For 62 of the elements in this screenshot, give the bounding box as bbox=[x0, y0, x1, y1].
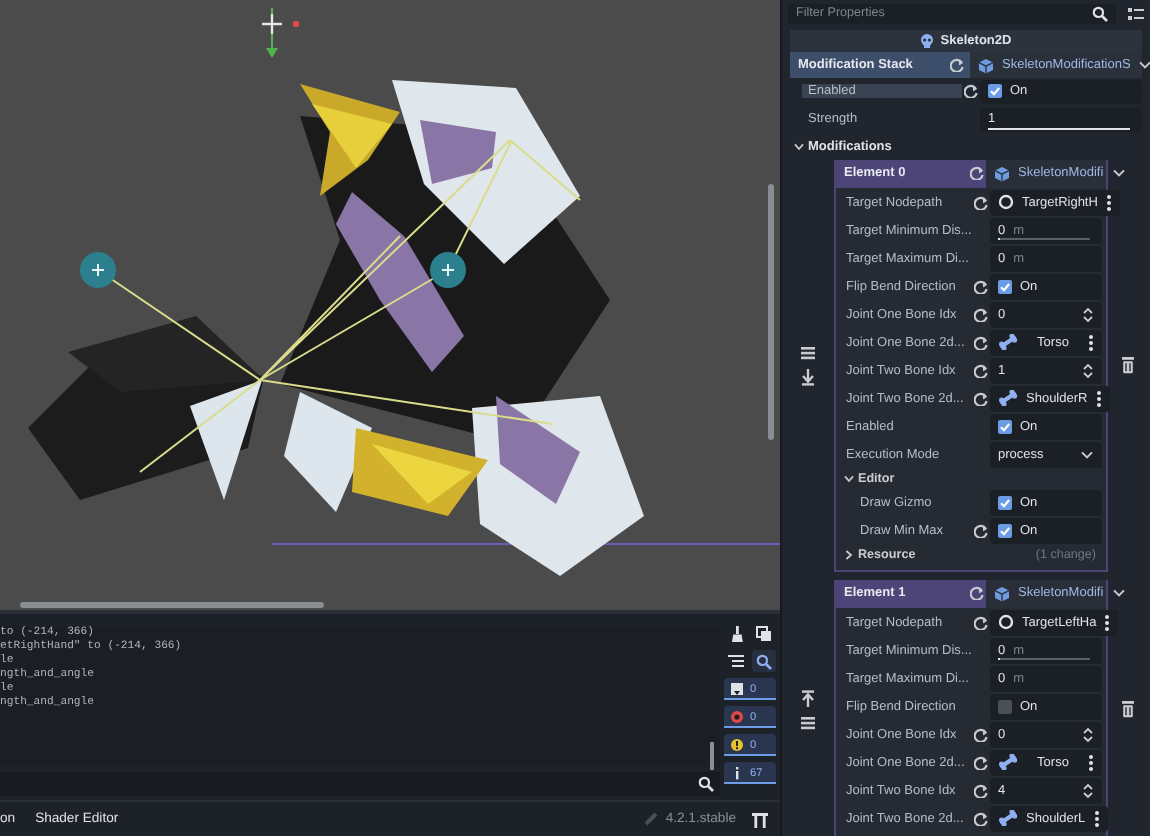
info-icon bbox=[730, 766, 744, 780]
target-handle[interactable] bbox=[430, 252, 466, 288]
origin-drawing bbox=[260, 7, 300, 58]
cube-icon bbox=[994, 165, 1010, 181]
kebab-icon[interactable] bbox=[1105, 193, 1112, 212]
kebab-icon[interactable] bbox=[1104, 613, 1111, 632]
scrollbar[interactable] bbox=[710, 742, 714, 770]
arrow-up-icon[interactable] bbox=[800, 689, 816, 707]
search-toggle[interactable] bbox=[752, 650, 776, 672]
caret-icon[interactable] bbox=[1138, 60, 1150, 70]
revert-icon[interactable] bbox=[970, 586, 984, 600]
pin-icon[interactable] bbox=[752, 811, 768, 827]
ring-icon bbox=[998, 614, 1014, 631]
bone-icon bbox=[998, 334, 1018, 351]
collapse-button[interactable] bbox=[724, 650, 748, 672]
caret-icon[interactable] bbox=[1080, 449, 1094, 460]
copy-button[interactable] bbox=[752, 622, 776, 644]
revert-icon[interactable] bbox=[970, 166, 984, 180]
kebab-icon[interactable] bbox=[1088, 753, 1094, 772]
checkbox[interactable] bbox=[998, 523, 1012, 538]
checkbox[interactable] bbox=[998, 699, 1012, 714]
kebab-icon[interactable] bbox=[1095, 389, 1102, 408]
trash-icon[interactable] bbox=[1120, 700, 1136, 718]
spinner-icon[interactable] bbox=[1082, 361, 1094, 380]
caret-icon[interactable] bbox=[1111, 588, 1126, 598]
skull-icon bbox=[920, 34, 935, 48]
caret-icon[interactable] bbox=[1111, 168, 1126, 178]
filter-field[interactable] bbox=[0, 772, 720, 796]
error-icon bbox=[730, 710, 744, 724]
checkbox[interactable] bbox=[998, 279, 1012, 294]
search-icon bbox=[756, 653, 772, 669]
scrollbar[interactable] bbox=[20, 602, 324, 608]
update-spinner-icon bbox=[643, 812, 658, 826]
broom-icon bbox=[729, 625, 743, 641]
warning-icon bbox=[730, 738, 744, 752]
bone-icon bbox=[998, 810, 1018, 827]
search-icon bbox=[1092, 5, 1108, 21]
grip-icon[interactable] bbox=[800, 715, 816, 729]
search-icon bbox=[698, 776, 714, 792]
kebab-icon[interactable] bbox=[1088, 333, 1094, 352]
message-icon bbox=[730, 682, 744, 696]
grip-icon[interactable] bbox=[800, 345, 816, 359]
spinner-icon[interactable] bbox=[1082, 305, 1094, 324]
trash-icon[interactable] bbox=[1120, 356, 1136, 374]
ring-icon bbox=[998, 194, 1014, 211]
bone-icon bbox=[998, 754, 1018, 771]
target-handle[interactable] bbox=[80, 252, 116, 288]
spinner-icon[interactable] bbox=[1082, 725, 1094, 744]
bone-icon bbox=[998, 390, 1018, 407]
list-icon bbox=[728, 654, 744, 668]
revert-icon[interactable] bbox=[974, 523, 988, 538]
checkbox[interactable] bbox=[988, 84, 1002, 99]
checkbox[interactable] bbox=[998, 419, 1012, 434]
cube-icon bbox=[994, 585, 1010, 601]
copy-icon bbox=[756, 625, 772, 641]
cube-icon bbox=[978, 57, 994, 73]
kebab-icon[interactable] bbox=[1093, 809, 1100, 828]
spinner-icon[interactable] bbox=[1082, 781, 1094, 800]
arrow-down-icon[interactable] bbox=[800, 367, 816, 385]
settings-icon[interactable] bbox=[1128, 5, 1144, 21]
checkbox[interactable] bbox=[998, 495, 1012, 510]
scrollbar[interactable] bbox=[768, 184, 774, 440]
